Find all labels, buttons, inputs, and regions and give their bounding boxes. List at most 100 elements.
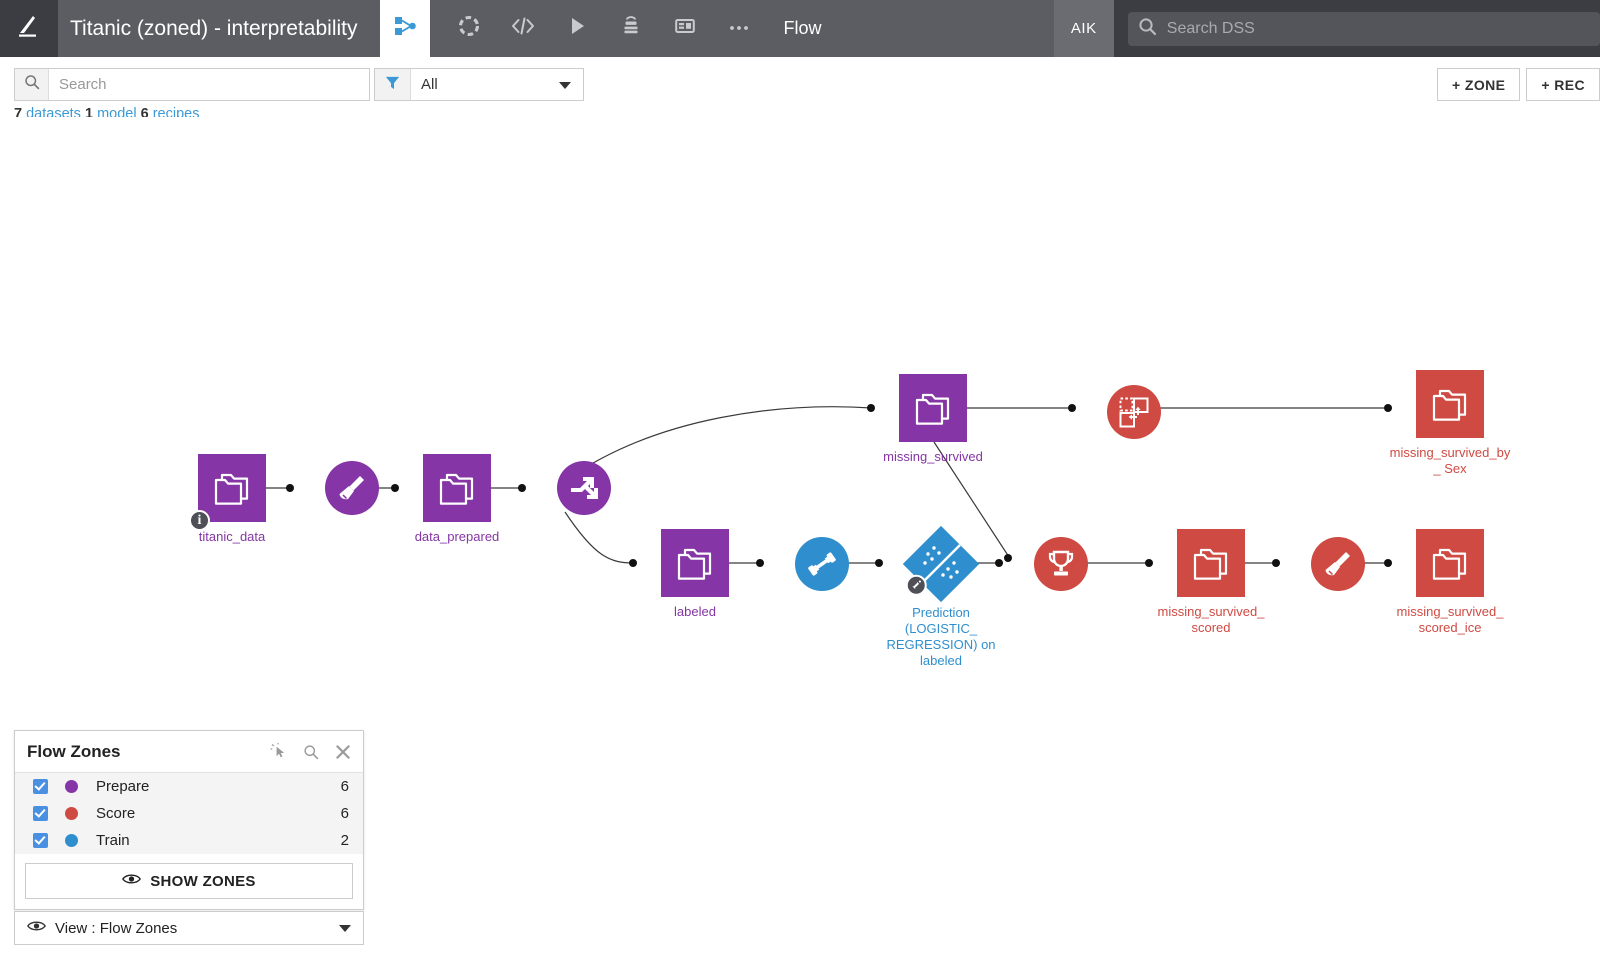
flow-node-prepare-recipe-1[interactable]	[291, 461, 413, 522]
flow-icon	[392, 13, 418, 44]
flow-node-label: missing_survived	[883, 449, 983, 464]
tab-notebooks[interactable]	[604, 0, 658, 57]
flow-node-label: titanic_data	[198, 529, 266, 544]
flow-node-label: missing_survived_by_ Sex	[1389, 445, 1511, 476]
flow-node-titanic-data[interactable]: i titanic_data	[171, 454, 293, 545]
flow-node-group-recipe[interactable]	[1073, 385, 1195, 446]
flow-node-prediction-model[interactable]: i Prediction (LOGISTIC_ REGRESSION) on l…	[880, 525, 1002, 668]
flow-filter-select[interactable]: All	[411, 69, 583, 100]
zones-search-icon[interactable]	[303, 744, 319, 760]
zone-checkbox[interactable]	[33, 806, 48, 821]
zone-name: Score	[96, 805, 136, 822]
tab-flow[interactable]	[379, 0, 430, 66]
add-zone-button[interactable]: + ZONE	[1437, 68, 1521, 101]
flow-zone-row-prepare[interactable]: Prepare 6	[15, 773, 363, 800]
tab-lab[interactable]	[442, 0, 496, 57]
global-search-input[interactable]	[1164, 18, 1591, 39]
dataiku-logo-icon	[14, 11, 44, 46]
flow-node-label: missing_survived_ scored_ice	[1396, 604, 1504, 635]
zone-color-dot	[65, 807, 78, 820]
zone-name: Prepare	[96, 778, 150, 795]
flow-node-split-recipe[interactable]	[523, 461, 645, 522]
flow-node-score-recipe[interactable]	[1000, 537, 1122, 598]
flow-zones-title: Flow Zones	[27, 741, 121, 761]
flow-zone-row-train[interactable]: Train 2	[15, 827, 363, 854]
more-menu-button[interactable]	[712, 0, 766, 57]
eye-icon	[27, 919, 46, 937]
flow-node-labeled[interactable]: labeled	[634, 529, 756, 620]
zone-color-dot	[65, 780, 78, 793]
add-recipe-button[interactable]: + REC	[1526, 68, 1600, 101]
zone-count: 6	[340, 805, 349, 822]
flow-node-train-recipe[interactable]	[761, 537, 883, 598]
dataset-folder-icon	[1416, 370, 1484, 438]
tab-dashboards[interactable]	[658, 0, 712, 57]
select-cursor-icon[interactable]	[270, 743, 287, 760]
pivot-group-icon	[1107, 385, 1161, 439]
lab-icon	[457, 14, 481, 43]
notebooks-icon	[619, 14, 643, 43]
zone-name: Train	[96, 832, 130, 849]
flow-filter-value: All	[421, 76, 438, 93]
filter-icon-cell	[375, 69, 411, 100]
flow-search-input[interactable]	[49, 69, 369, 100]
flow-action-buttons: + ZONE + REC	[1437, 68, 1600, 101]
header-toolbar	[430, 0, 766, 57]
flow-node-label: data_prepared	[414, 529, 500, 544]
flow-search-icon-cell	[15, 69, 49, 100]
dataset-folder-icon	[1416, 529, 1484, 597]
global-search-area	[1113, 0, 1600, 57]
flow-node-missing-survived-scored-ice[interactable]: missing_survived_ scored_ice	[1389, 529, 1511, 636]
flow-toolbar: All 7 datasets 1 model 6 recipes + ZONE …	[0, 57, 1600, 122]
flow-search-group	[14, 68, 370, 101]
jobs-play-icon	[565, 14, 589, 43]
tab-code[interactable]	[496, 0, 550, 57]
header-spacer	[840, 0, 1054, 57]
dataset-folder-icon: i	[189, 454, 266, 531]
zone-count: 2	[340, 832, 349, 849]
flow-node-missing-survived-by-sex[interactable]: missing_survived_by_ Sex	[1389, 370, 1511, 477]
show-zones-button[interactable]: SHOW ZONES	[25, 863, 353, 899]
close-icon[interactable]	[335, 744, 351, 760]
dataset-folder-icon	[423, 454, 491, 522]
flow-filter-group: All	[374, 68, 584, 101]
chevron-down-icon	[339, 925, 351, 932]
zone-count: 6	[340, 778, 349, 795]
user-avatar[interactable]: AIK	[1053, 0, 1114, 57]
info-badge[interactable]: i	[189, 510, 210, 531]
tab-jobs[interactable]	[550, 0, 604, 57]
search-icon	[24, 74, 40, 95]
flow-node-label: Prediction (LOGISTIC_ REGRESSION) on lab…	[886, 605, 996, 668]
global-search-box[interactable]	[1127, 11, 1600, 46]
section-label: Flow	[783, 18, 822, 38]
project-title-area[interactable]: Titanic (zoned) - interpretability	[58, 0, 380, 57]
flow-node-missing-survived[interactable]: missing_survived	[872, 374, 994, 465]
flow-node-label: labeled	[674, 604, 716, 619]
flow-zone-row-score[interactable]: Score 6	[15, 800, 363, 827]
zone-checkbox[interactable]	[33, 833, 48, 848]
flow-node-prepare-recipe-2[interactable]	[1277, 537, 1399, 598]
split-arrows-icon	[557, 461, 611, 515]
chevron-down-icon	[559, 81, 571, 89]
flow-view-label: View : Flow Zones	[55, 919, 178, 937]
show-zones-label: SHOW ZONES	[150, 872, 256, 890]
prepare-broom-icon	[1311, 537, 1365, 591]
train-dumbbell-icon	[795, 537, 849, 591]
zone-checkbox[interactable]	[33, 779, 48, 794]
filter-funnel-icon	[384, 74, 401, 96]
dataset-folder-icon	[661, 529, 729, 597]
code-icon	[510, 14, 536, 43]
flow-view-selector[interactable]: View : Flow Zones	[14, 911, 364, 945]
search-icon	[1138, 17, 1157, 41]
zones-list-spacer	[15, 854, 363, 863]
page-title: Titanic (zoned) - interpretability	[70, 16, 358, 40]
score-trophy-icon	[1034, 537, 1088, 591]
dataset-folder-icon	[1177, 529, 1245, 597]
flow-node-missing-survived-scored[interactable]: missing_survived_ scored	[1150, 529, 1272, 636]
eye-icon	[122, 872, 142, 890]
dataiku-logo-button[interactable]	[0, 0, 58, 57]
flow-zones-header: Flow Zones	[15, 731, 363, 773]
flow-node-data-prepared[interactable]: data_prepared	[396, 454, 518, 545]
dataset-folder-icon	[899, 374, 967, 442]
zone-color-dot	[65, 834, 78, 847]
